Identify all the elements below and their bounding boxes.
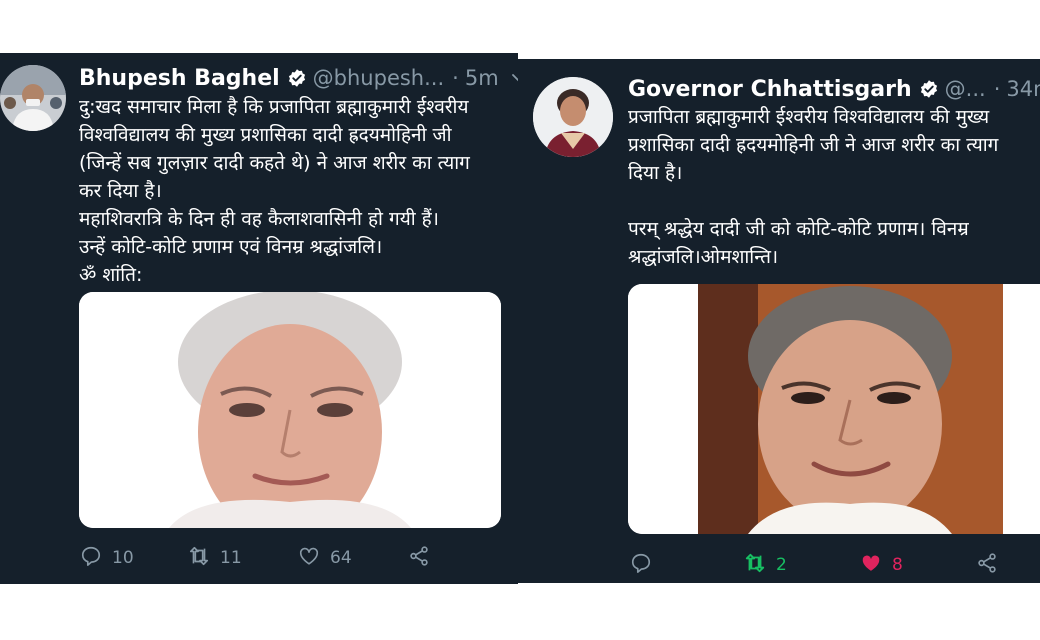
separator-dot: · — [993, 77, 1001, 101]
display-name[interactable]: Governor Chhattisgarh — [628, 77, 912, 102]
retweet-button[interactable]: 11 — [188, 545, 242, 571]
like-button[interactable]: 8 — [860, 552, 903, 578]
retweet-count: 2 — [776, 555, 787, 575]
retweet-count: 11 — [220, 548, 242, 568]
like-count: 8 — [892, 555, 903, 575]
reply-icon — [630, 552, 652, 578]
timestamp[interactable]: 34m — [1006, 77, 1040, 101]
chevron-down-icon[interactable] — [511, 70, 518, 86]
retweet-icon — [188, 545, 210, 571]
reply-button[interactable]: 10 — [80, 545, 134, 571]
reply-button[interactable] — [630, 552, 662, 578]
verified-icon — [287, 68, 307, 88]
reply-icon — [80, 545, 102, 571]
share-button[interactable] — [976, 552, 998, 578]
reply-count: 10 — [112, 548, 134, 568]
timestamp[interactable]: 5m — [465, 66, 499, 90]
share-icon — [976, 552, 998, 578]
action-bar: 2 8 — [630, 552, 1030, 578]
retweet-button[interactable]: 2 — [744, 552, 787, 578]
avatar[interactable] — [0, 65, 66, 131]
like-count: 64 — [330, 548, 352, 568]
like-icon — [860, 552, 882, 578]
tweet-card-governor[interactable]: Governor Chhattisgarh @... · 34m प्रजापि… — [518, 59, 1040, 583]
action-bar: 10 11 64 — [80, 545, 500, 571]
tweet-text: दु:खद समाचार मिला है कि प्रजापिता ब्रह्म… — [79, 96, 470, 286]
handle[interactable]: @... — [945, 77, 986, 101]
retweet-icon — [744, 552, 766, 578]
like-icon — [298, 545, 320, 571]
share-icon — [408, 545, 430, 571]
like-button[interactable]: 64 — [298, 545, 352, 571]
tweet-image[interactable] — [79, 292, 501, 528]
tweet-image[interactable] — [628, 284, 1040, 534]
share-button[interactable] — [408, 545, 430, 571]
avatar[interactable] — [533, 77, 613, 157]
tweet-card-bhupesh[interactable]: Bhupesh Baghel @bhupesh... · 5m दु:खद सम… — [0, 53, 518, 584]
display-name[interactable]: Bhupesh Baghel — [79, 66, 280, 91]
handle[interactable]: @bhupesh... — [313, 66, 444, 90]
separator-dot: · — [452, 66, 459, 90]
tweet-text: प्रजापिता ब्रह्माकुमारी ईश्वरीय विश्वविद… — [628, 106, 999, 268]
verified-icon — [919, 79, 939, 99]
